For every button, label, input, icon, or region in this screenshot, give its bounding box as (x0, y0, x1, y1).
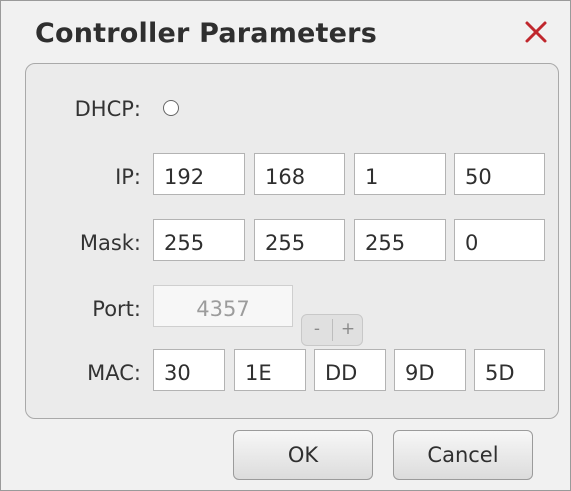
mask-octet-2[interactable] (254, 219, 345, 261)
ip-octet-2[interactable] (254, 153, 345, 195)
mask-octet-4[interactable] (454, 219, 545, 261)
mac-byte-1[interactable] (153, 349, 225, 391)
port-stepper: - + (301, 314, 363, 346)
ip-octet-4[interactable] (454, 153, 545, 195)
mask-octet-1[interactable] (153, 219, 245, 261)
mac-label: MAC: (87, 361, 141, 385)
mac-byte-3[interactable] (314, 349, 386, 391)
dhcp-radio[interactable] (163, 100, 179, 116)
dialog-title: Controller Parameters (35, 18, 377, 49)
dhcp-label: DHCP: (74, 97, 141, 121)
port-field[interactable] (153, 285, 293, 327)
close-icon[interactable] (521, 17, 551, 47)
port-increment-button[interactable]: + (333, 315, 363, 345)
mask-octet-3[interactable] (354, 219, 446, 261)
ip-label: IP: (115, 165, 141, 189)
mac-byte-2[interactable] (234, 349, 306, 391)
port-decrement-button[interactable]: - (302, 315, 332, 345)
ok-button[interactable]: OK (233, 430, 373, 480)
mac-byte-5[interactable] (474, 349, 545, 391)
port-label: Port: (92, 297, 141, 321)
ip-octet-3[interactable] (354, 153, 446, 195)
cancel-button[interactable]: Cancel (393, 430, 533, 480)
mac-byte-4[interactable] (394, 349, 466, 391)
controller-parameters-dialog: Controller Parameters DHCP: IP: Mask: Po… (0, 0, 571, 491)
ip-octet-1[interactable] (153, 153, 245, 195)
mask-label: Mask: (79, 231, 141, 255)
